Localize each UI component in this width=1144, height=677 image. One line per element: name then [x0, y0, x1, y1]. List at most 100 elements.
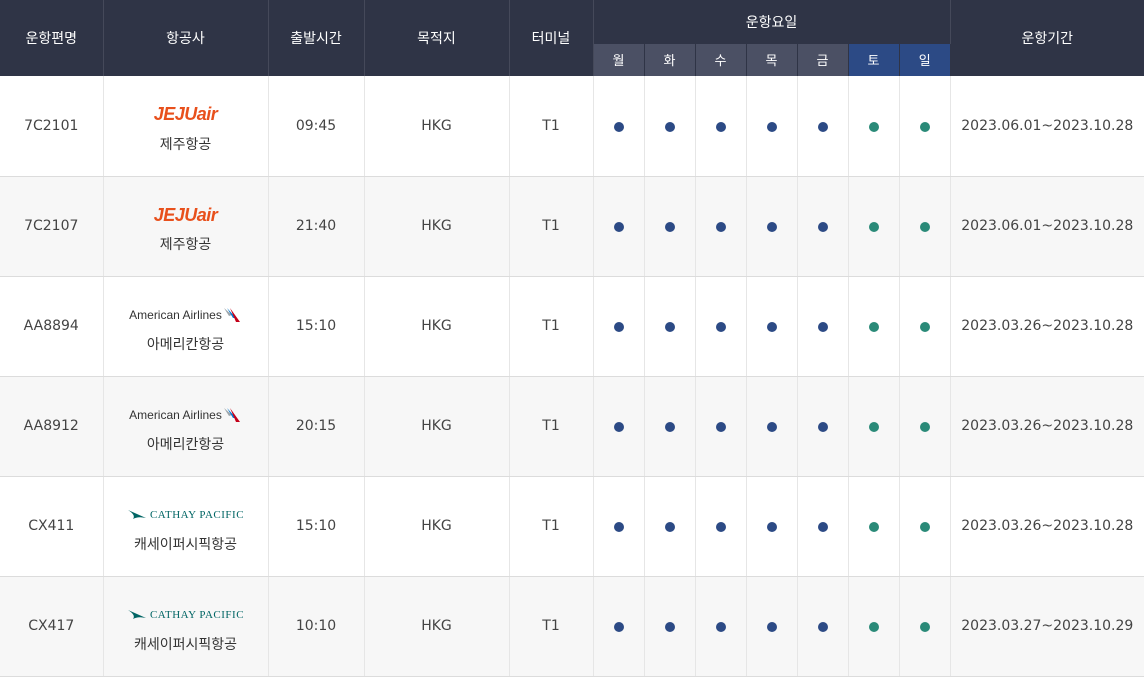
day-tue: 화 — [644, 43, 696, 76]
day-cell — [593, 576, 645, 677]
airline-logo: CATHAY PACIFIC — [104, 598, 268, 632]
airline-cell: JEJUair 제주항공 — [103, 76, 269, 177]
operating-day-dot — [817, 222, 828, 232]
destination: HKG — [364, 476, 510, 577]
operating-day-dot — [817, 121, 828, 132]
flight-number: 7C2107 — [0, 176, 104, 277]
operating-day-dot — [715, 222, 726, 232]
day-cell — [899, 276, 951, 377]
day-cell — [797, 276, 849, 377]
day-cell — [746, 176, 798, 277]
day-cell — [746, 476, 798, 577]
day-cell — [593, 476, 645, 577]
day-cell — [797, 76, 849, 177]
operating-day-dot — [613, 422, 624, 432]
day-thu: 목 — [746, 43, 798, 76]
table-row: 7C2107 JEJUair 제주항공 21:40 HKG T1 2023.06… — [0, 176, 1144, 277]
day-cell — [797, 576, 849, 677]
operation-period: 2023.03.26~2023.10.28 — [950, 376, 1144, 477]
airline-logo: American Airlines — [104, 298, 268, 332]
day-cell — [644, 376, 696, 477]
logo-text: CATHAY PACIFIC — [149, 609, 245, 621]
day-cell — [695, 176, 747, 277]
departure-time: 20:15 — [268, 376, 365, 477]
operating-day-dot — [664, 222, 675, 232]
operating-day-dot — [715, 422, 726, 432]
day-cell — [746, 276, 798, 377]
day-cell — [899, 76, 951, 177]
day-cell — [746, 576, 798, 677]
day-cell — [644, 576, 696, 677]
operating-day-dot — [664, 622, 675, 632]
operating-day-dot — [664, 522, 675, 532]
operating-day-dot — [868, 322, 879, 332]
operation-period: 2023.03.26~2023.10.28 — [950, 276, 1144, 377]
day-sun: 일 — [899, 43, 951, 76]
american-airlines-logo: American Airlines — [129, 406, 242, 424]
header-destination: 목적지 — [364, 0, 510, 76]
departure-time: 09:45 — [268, 76, 365, 177]
header-period: 운항기간 — [950, 0, 1144, 76]
operating-day-dot — [919, 222, 930, 232]
terminal: T1 — [509, 176, 594, 277]
day-cell — [644, 476, 696, 577]
operating-day-dot — [766, 422, 777, 432]
airline-logo: JEJUair — [104, 198, 268, 232]
operating-day-dot — [919, 322, 930, 332]
airline-name: 제주항공 — [159, 136, 212, 153]
operating-day-dot — [766, 222, 777, 232]
operating-day-dot — [817, 622, 828, 632]
day-cell — [797, 176, 849, 277]
day-wed: 수 — [695, 43, 747, 76]
day-cell — [644, 176, 696, 277]
airline-logo: JEJUair — [104, 98, 268, 132]
day-cell — [899, 176, 951, 277]
aa-eagle-icon — [223, 408, 240, 422]
day-cell — [797, 376, 849, 477]
day-cell — [848, 376, 900, 477]
day-cell — [695, 576, 747, 677]
operating-day-dot — [817, 422, 828, 432]
cathay-brushwing-icon — [127, 510, 146, 519]
destination: HKG — [364, 76, 510, 177]
terminal: T1 — [509, 476, 594, 577]
airline-cell: CATHAY PACIFIC 캐세이퍼시픽항공 — [103, 576, 269, 677]
day-cell — [695, 376, 747, 477]
airline-cell: CATHAY PACIFIC 캐세이퍼시픽항공 — [103, 476, 269, 577]
day-cell — [593, 76, 645, 177]
departure-time: 15:10 — [268, 476, 365, 577]
operating-day-dot — [919, 422, 930, 432]
destination: HKG — [364, 376, 510, 477]
day-mon: 월 — [593, 43, 645, 76]
day-sat: 토 — [848, 43, 900, 76]
day-cell — [848, 176, 900, 277]
operating-day-dot — [715, 622, 726, 632]
day-cell — [644, 276, 696, 377]
day-cell — [848, 576, 900, 677]
jejuair-logo: JEJUair — [153, 204, 218, 225]
day-cell — [899, 476, 951, 577]
day-cell — [593, 176, 645, 277]
aa-eagle-icon — [223, 308, 240, 322]
day-cell — [797, 476, 849, 577]
table-row: CX417 CATHAY PACIFIC 캐세이퍼시픽항공 10:10 HKG … — [0, 576, 1144, 677]
terminal: T1 — [509, 276, 594, 377]
operating-day-dot — [613, 622, 624, 632]
day-cell — [593, 376, 645, 477]
departure-time: 15:10 — [268, 276, 365, 377]
operation-period: 2023.03.26~2023.10.28 — [950, 476, 1144, 577]
table-row: CX411 CATHAY PACIFIC 캐세이퍼시픽항공 15:10 HKG … — [0, 476, 1144, 577]
operating-day-dot — [766, 522, 777, 532]
operating-day-dot — [766, 121, 777, 132]
operating-day-dot — [613, 522, 624, 532]
terminal: T1 — [509, 376, 594, 477]
day-cell — [695, 276, 747, 377]
airline-name: 캐세이퍼시픽항공 — [133, 637, 238, 653]
operating-day-dot — [715, 522, 726, 532]
day-cell — [746, 76, 798, 177]
operation-period: 2023.06.01~2023.10.28 — [950, 76, 1144, 177]
operating-day-dot — [766, 322, 777, 332]
operating-day-dot — [817, 322, 828, 332]
operating-day-dot — [715, 121, 726, 132]
airline-name: 아메리칸항공 — [146, 337, 225, 353]
